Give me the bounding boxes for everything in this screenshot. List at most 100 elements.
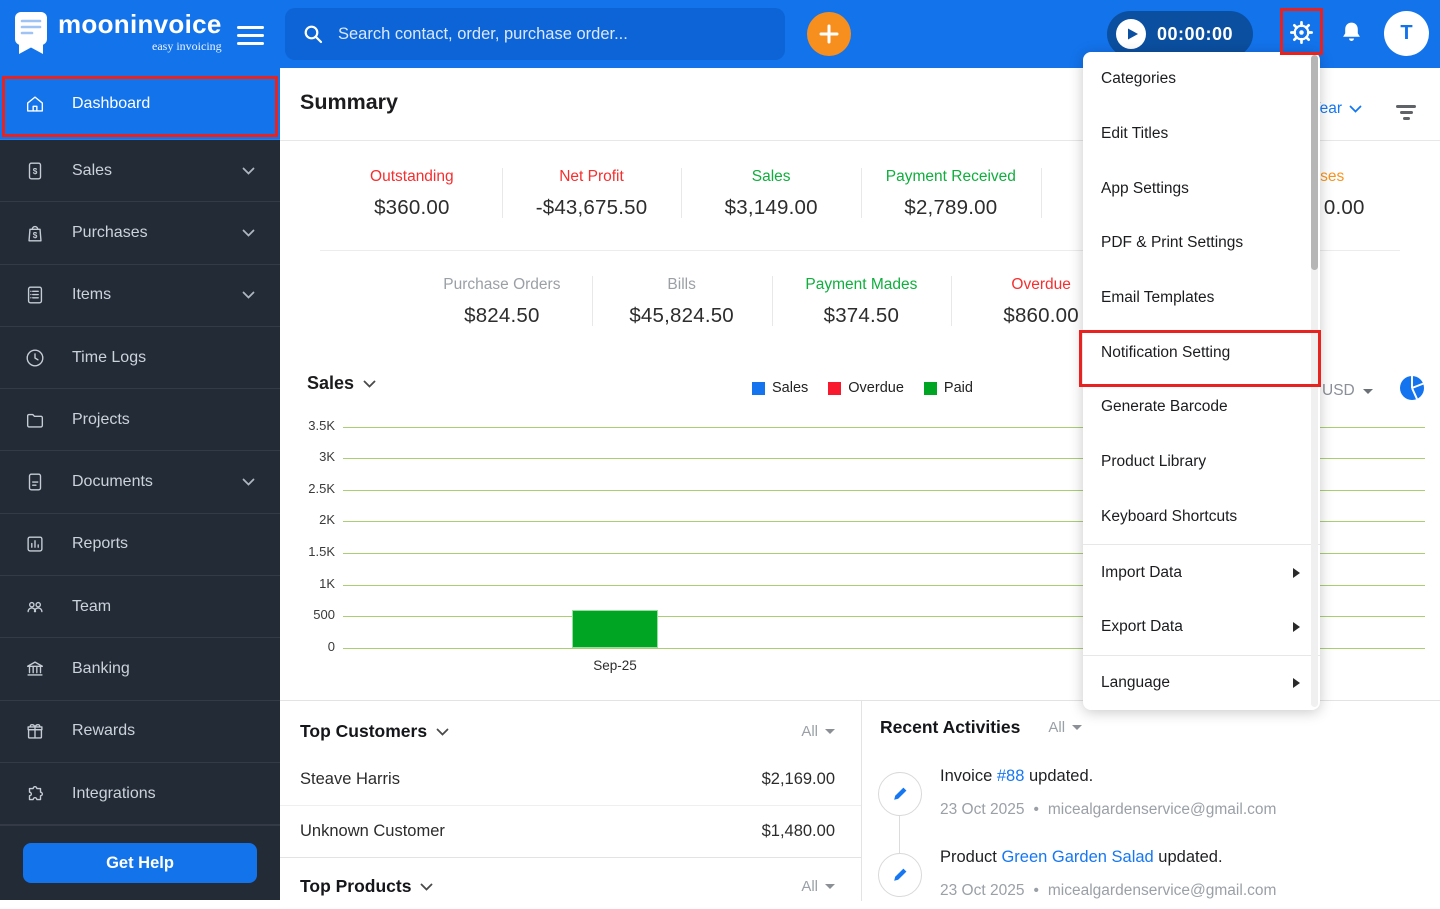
logo-title: mooninvoice (58, 9, 222, 39)
logo-subtitle: easy invoicing (152, 39, 222, 54)
activity-email: micealgardenservice@gmail.com (1047, 801, 1277, 818)
settings-dropdown-menu: Categories Edit Titles App Settings PDF … (1083, 52, 1320, 711)
svg-text:$: $ (33, 166, 38, 175)
sidebar-item-label: Projects (72, 410, 130, 428)
menu-item-language[interactable]: Language (1083, 656, 1320, 711)
sidebar-item-banking[interactable]: Banking (0, 638, 280, 701)
sidebar-item-label: Items (72, 286, 112, 304)
pie-chart-toggle-icon[interactable] (1399, 375, 1425, 401)
customer-row[interactable]: Steave Harris $2,169.00 (280, 754, 861, 805)
clock-icon (26, 349, 44, 367)
legend-swatch-overdue (828, 381, 842, 395)
stat-bills: Bills $45,824.50 (591, 268, 772, 328)
get-help-button[interactable]: Get Help (23, 843, 257, 884)
bullet-separator: • (1033, 882, 1039, 899)
sidebar-item-sales[interactable]: $ Sales (0, 140, 280, 203)
chevron-down-icon (421, 883, 433, 891)
top-customers-filter[interactable]: All (801, 723, 835, 740)
chevron-down-icon (242, 167, 255, 175)
sidebar-item-label: Purchases (72, 223, 148, 241)
sidebar-item-reports[interactable]: Reports (0, 514, 280, 577)
document-icon (28, 473, 42, 491)
activity-meta: 23 Oct 2025 • micealgardenservice@gmail.… (940, 882, 1276, 900)
hamburger-menu-icon[interactable] (237, 26, 264, 50)
search-input[interactable] (336, 23, 767, 45)
y-axis-tick: 3K (319, 449, 335, 464)
menu-item-email-templates[interactable]: Email Templates (1083, 271, 1320, 326)
customer-amount: $2,169.00 (761, 770, 835, 788)
recent-activities-filter[interactable]: All (1048, 719, 1083, 736)
stat-label: Bills (667, 276, 696, 293)
pencil-icon (894, 868, 907, 881)
play-icon[interactable] (1116, 19, 1146, 49)
time-tracker[interactable]: 00:00:00 (1107, 11, 1253, 57)
chevron-down-icon (242, 291, 255, 300)
menu-item-categories[interactable]: Categories (1083, 52, 1320, 107)
sidebar-item-label: Sales (72, 161, 113, 179)
sidebar-item-items[interactable]: Items (0, 265, 280, 327)
y-axis-tick: 1K (319, 576, 335, 591)
menu-item-product-library[interactable]: Product Library (1083, 435, 1320, 490)
currency-selector[interactable]: USD (1322, 382, 1373, 400)
menu-item-app-settings[interactable]: App Settings (1083, 161, 1320, 216)
activity-edit-icon[interactable] (878, 853, 922, 897)
triangle-down-icon (825, 729, 835, 734)
stat-label: Payment Mades (805, 276, 918, 293)
summary-stats-row2: Purchase Orders $824.50 Bills $45,824.50… (412, 268, 1131, 328)
customer-name: Steave Harris (300, 770, 400, 788)
bar-chart-icon (27, 536, 43, 552)
top-customers-panel: Top Customers All Steave Harris $2,169.0… (280, 701, 862, 901)
add-new-button[interactable] (807, 12, 851, 56)
sidebar-item-rewards[interactable]: Rewards (0, 701, 280, 763)
activity-edit-icon[interactable] (878, 772, 922, 816)
notifications-bell-icon[interactable] (1338, 19, 1365, 46)
top-products-title[interactable]: Top Products (300, 876, 433, 897)
legend-swatch-sales (752, 381, 765, 395)
sidebar-item-team[interactable]: Team (0, 576, 280, 639)
y-axis-tick: 0 (327, 639, 335, 654)
top-customers-title[interactable]: Top Customers (300, 721, 449, 742)
pencil-icon (894, 787, 907, 800)
stat-purchase-orders: Purchase Orders $824.50 (412, 268, 592, 328)
activity-email: micealgardenservice@gmail.com (1047, 882, 1277, 899)
settings-gear-icon[interactable] (1288, 19, 1315, 46)
menu-item-edit-titles[interactable]: Edit Titles (1083, 107, 1320, 162)
top-products-filter[interactable]: All (801, 878, 835, 895)
menu-item-pdf-print-settings[interactable]: PDF & Print Settings (1083, 216, 1320, 271)
activity-date: 23 Oct 2025 (940, 882, 1025, 899)
legend-label: Sales (772, 380, 809, 396)
global-search[interactable] (285, 8, 785, 60)
sidebar-item-time-logs[interactable]: Time Logs (0, 327, 280, 390)
menu-item-notification-setting[interactable]: Notification Setting (1083, 325, 1320, 380)
avatar-initial: T (1400, 22, 1413, 44)
sales-chart-title[interactable]: Sales (307, 373, 376, 394)
sidebar-item-label: Reports (72, 535, 129, 553)
stat-value: $45,824.50 (629, 304, 734, 327)
user-avatar[interactable]: T (1384, 11, 1429, 56)
chevron-down-icon (242, 478, 255, 486)
customer-row[interactable]: Unknown Customer $1,480.00 (280, 805, 861, 857)
timeline-connector (899, 814, 900, 855)
sidebar-item-projects[interactable]: Projects (0, 389, 280, 452)
y-axis-tick: 2K (319, 512, 335, 527)
activity-link[interactable]: #88 (997, 767, 1025, 785)
sidebar-item-documents[interactable]: Documents (0, 451, 280, 514)
menu-item-keyboard-shortcuts[interactable]: Keyboard Shortcuts (1083, 490, 1320, 545)
stat-value: $2,789.00 (904, 196, 998, 219)
activity-link[interactable]: Green Garden Salad (1001, 848, 1153, 866)
paid-bar-sep-25[interactable] (572, 610, 658, 648)
stat-value: 0.00 (1323, 196, 1365, 219)
bullet-separator: • (1033, 801, 1039, 818)
menu-scrollbar-thumb[interactable] (1311, 55, 1318, 270)
filter-icon[interactable] (1396, 105, 1416, 123)
menu-item-export-data[interactable]: Export Data (1083, 600, 1320, 655)
stat-net-profit: Net Profit -$43,675.50 (501, 160, 682, 220)
menu-item-generate-barcode[interactable]: Generate Barcode (1083, 380, 1320, 435)
menu-item-import-data[interactable]: Import Data (1083, 545, 1320, 600)
sidebar-item-dashboard[interactable]: Dashboard (0, 68, 280, 140)
sidebar-item-purchases[interactable]: $ Purchases (0, 202, 280, 265)
bottom-panels: Top Customers All Steave Harris $2,169.0… (280, 700, 1440, 901)
sidebar-item-integrations[interactable]: Integrations (0, 763, 280, 826)
activity-title: Invoice #88 updated. (940, 767, 1094, 785)
sidebar-item-label: Team (72, 597, 112, 615)
